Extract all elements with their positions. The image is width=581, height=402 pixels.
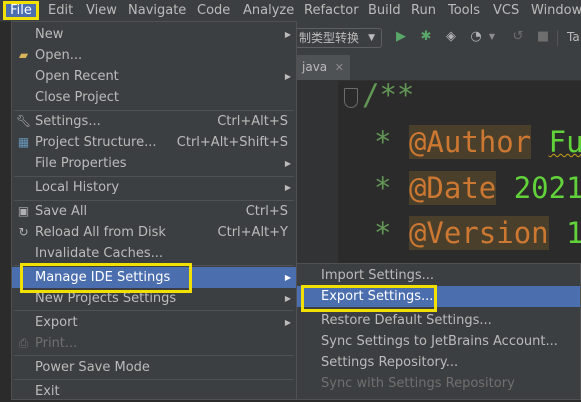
menu-vcs[interactable]: VCS (493, 2, 519, 19)
editor-tab[interactable]: java ✕ (296, 55, 350, 80)
menu-separator (14, 379, 294, 380)
menu-item-save-all[interactable]: ▣ Save All Ctrl+S (12, 201, 296, 222)
comment-star: * (374, 125, 392, 159)
submenu-arrow-icon: ▶ (284, 318, 291, 327)
menu-build[interactable]: Build (368, 2, 401, 19)
rerun-icon[interactable]: ↺ (510, 29, 526, 45)
javadoc-value: 1 (566, 216, 581, 250)
toolbar-partial-label: Ta (567, 30, 580, 44)
comment-star: * (374, 171, 392, 205)
submenu-arrow-icon: ▶ (284, 183, 291, 192)
javadoc-tag: @Version (408, 216, 549, 250)
run-config-select[interactable]: 制类型转换 ▼ (290, 28, 382, 48)
menu-analyze[interactable]: Analyze (243, 2, 294, 19)
menu-item-reload[interactable]: ↻ Reload All from Disk Ctrl+Alt+Y (12, 222, 296, 243)
submenu-item-sync-repository[interactable]: Sync with Settings Repository (297, 373, 580, 394)
submenu-arrow-icon: ▶ (284, 273, 291, 282)
wrench-icon: 🔧︎ (16, 114, 32, 128)
menu-item-file-properties[interactable]: File Properties ▶ (12, 153, 296, 174)
editor-tabs: java ✕ (296, 55, 581, 81)
submenu-item-import-settings[interactable]: Import Settings... (297, 265, 580, 286)
menu-item-local-history[interactable]: Local History ▶ (12, 177, 296, 198)
submenu-item-settings-repository[interactable]: Settings Repository... (297, 352, 580, 373)
manage-ide-submenu: Import Settings... Export Settings... Re… (296, 263, 581, 400)
menu-item-project-structure[interactable]: ▦ Project Structure... Ctrl+Alt+Shift+S (12, 132, 296, 153)
debug-icon[interactable]: ✱ (418, 29, 434, 45)
submenu-item-sync-jetbrains[interactable]: Sync Settings to JetBrains Account... (297, 331, 580, 352)
coverage-icon[interactable]: ◈ (443, 29, 459, 45)
run-config-label: 制类型转换 (299, 31, 360, 45)
menu-refactor[interactable]: Refactor (304, 2, 359, 19)
menu-code[interactable]: Code (197, 2, 230, 19)
folder-icon: ▰ (18, 48, 29, 62)
toolbar: 制类型转换 ▼ ▶ ✱ ◈ ◔ ▼ ↺ ■ Ta (290, 21, 581, 55)
toolbar-divider (557, 30, 558, 46)
menu-item-power-save[interactable]: Power Save Mode (12, 357, 296, 378)
menu-file[interactable]: File (3, 1, 39, 20)
menu-separator (14, 355, 294, 356)
javadoc-tag: @Date (408, 171, 497, 205)
code-line-4: * @Version 1 (374, 213, 581, 253)
run-icon[interactable]: ▶ (393, 29, 409, 45)
chevron-down-icon: ▼ (368, 33, 375, 43)
menu-navigate[interactable]: Navigate (128, 2, 186, 19)
fold-icon[interactable] (344, 88, 358, 108)
menu-separator (14, 310, 294, 311)
profile-icon[interactable]: ◔ (468, 29, 484, 45)
menu-item-open[interactable]: ▰ Open... (12, 45, 296, 66)
menu-item-export[interactable]: Export ▶ (12, 312, 296, 333)
code-line-2: * @Author Fu (374, 122, 581, 162)
menu-item-new[interactable]: New ▶ (12, 24, 296, 45)
javadoc-value: 2021 (513, 171, 581, 205)
highlight-box-export-settings (301, 285, 437, 312)
menu-item-settings[interactable]: 🔧︎ Settings... Ctrl+Alt+S (12, 111, 296, 132)
menu-window[interactable]: Window (531, 2, 581, 19)
submenu-arrow-icon: ▶ (284, 72, 291, 81)
menu-item-open-recent[interactable]: Open Recent ▶ (12, 66, 296, 87)
project-structure-icon: ▦ (17, 135, 30, 149)
tab-label: java (302, 60, 328, 74)
chevron-down-icon[interactable]: ▼ (484, 29, 500, 45)
menu-tools[interactable]: Tools (448, 2, 480, 19)
menu-item-invalidate-caches[interactable]: Invalidate Caches... (12, 243, 296, 264)
comment-star: * (374, 216, 392, 250)
close-icon[interactable]: ✕ (335, 55, 344, 80)
menu-run[interactable]: Run (411, 2, 436, 19)
submenu-arrow-icon: ▶ (284, 159, 291, 168)
code-line-1: /** (362, 78, 415, 112)
menu-item-exit[interactable]: Exit (12, 381, 296, 402)
menu-item-close-project[interactable]: Close Project (12, 87, 296, 108)
reload-icon: ↻ (18, 225, 29, 239)
submenu-arrow-icon: ▶ (284, 30, 291, 39)
stop-icon[interactable]: ■ (535, 29, 551, 45)
file-menu: New ▶ ▰ Open... Open Recent ▶ Close Proj… (11, 21, 297, 400)
javadoc-tag: @Author (408, 125, 532, 159)
code-line-3: * @Date 2021 (374, 168, 581, 208)
save-icon: ▣ (17, 204, 30, 218)
menu-view[interactable]: View (86, 2, 117, 19)
menu-edit[interactable]: Edit (48, 2, 73, 19)
javadoc-value: Fu (548, 125, 581, 159)
submenu-item-restore-defaults[interactable]: Restore Default Settings... (297, 310, 580, 331)
highlight-box-manage-ide (20, 263, 192, 293)
menu-bar: File Edit View Navigate Code Analyze Ref… (0, 0, 581, 22)
menu-item-print[interactable]: ⎙ Print... (12, 333, 296, 354)
submenu-arrow-icon: ▶ (284, 294, 291, 303)
printer-icon: ⎙ (18, 336, 29, 350)
